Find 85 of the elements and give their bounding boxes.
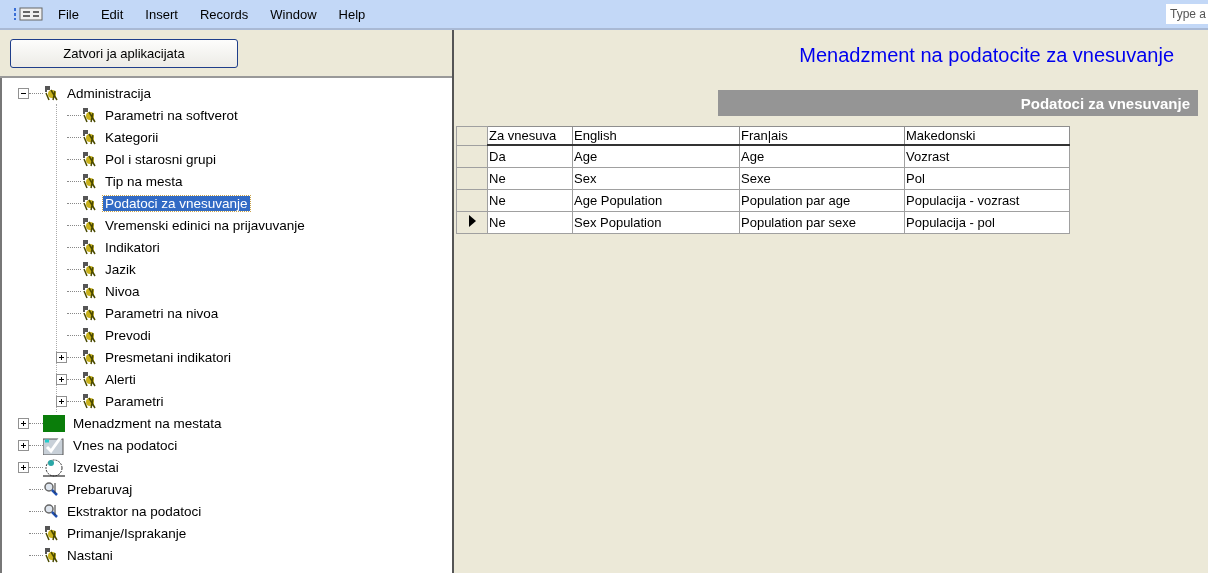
table-cell: Sexe — [739, 167, 905, 190]
tree-item[interactable]: Tip na mesta — [103, 173, 185, 189]
table-cell: Sex Population — [572, 211, 740, 234]
table-cell: Population par sexe — [739, 211, 905, 234]
collapse-toggle-icon[interactable] — [18, 87, 29, 99]
tool-figure-icon — [81, 195, 97, 211]
tree-item[interactable]: Prebaruvaj — [65, 481, 135, 497]
column-header[interactable]: Makedonski — [904, 126, 1070, 145]
tool-figure-icon — [81, 393, 97, 409]
tree-item[interactable]: Presmetani indikatori — [103, 349, 234, 365]
checklist-icon — [43, 435, 65, 455]
tool-figure-icon — [81, 151, 97, 167]
table-cell: Ne — [487, 167, 573, 190]
tree-item[interactable]: Kategorii — [103, 129, 161, 145]
tool-figure-icon — [81, 217, 97, 233]
tool-figure-icon — [43, 525, 59, 541]
close-app-button[interactable]: Zatvori ja aplikacijata — [10, 38, 238, 68]
column-header[interactable]: Fran|ais — [739, 126, 905, 145]
help-search-field[interactable]: Type a — [1166, 4, 1208, 24]
table-cell: Populacija - pol — [904, 211, 1070, 234]
expand-toggle-icon[interactable] — [18, 439, 29, 451]
tool-figure-icon — [81, 239, 97, 255]
tool-figure-icon — [81, 261, 97, 277]
page-title: Menadzment na podatocite za vnesuvanje — [798, 43, 1175, 68]
tool-figure-icon — [43, 547, 59, 563]
table-cell: Population par age — [739, 189, 905, 212]
tool-figure-icon — [81, 349, 97, 365]
tool-figure-icon — [81, 305, 97, 321]
menu-item[interactable]: Records — [199, 6, 249, 22]
tool-figure-icon — [81, 327, 97, 343]
table-cell: Age Population — [572, 189, 740, 212]
record-selector[interactable] — [456, 211, 488, 234]
expand-toggle-icon[interactable] — [56, 351, 67, 363]
tree-item[interactable]: Vnes na podatoci — [71, 437, 180, 453]
tree-item[interactable]: Prevodi — [103, 327, 153, 343]
tree-item[interactable]: Parametri — [103, 393, 166, 409]
magnifier-icon — [43, 503, 59, 519]
tree-item[interactable]: Nastani — [65, 547, 115, 563]
current-record-icon — [468, 215, 476, 227]
tree-item[interactable]: Nivoa — [103, 283, 142, 299]
tool-figure-icon — [81, 173, 97, 189]
tree-item[interactable]: Administracija — [65, 85, 154, 101]
folder-icon — [43, 414, 65, 432]
table-cell: Populacija - vozrast — [904, 189, 1070, 212]
menu-item[interactable]: Window — [270, 6, 317, 22]
expand-toggle-icon[interactable] — [18, 461, 29, 473]
table-cell: Sex — [572, 167, 740, 190]
tool-figure-icon — [43, 85, 59, 101]
tree-item[interactable]: Pol i starosni grupi — [103, 151, 219, 167]
expand-toggle-icon[interactable] — [56, 395, 67, 407]
menu-item[interactable]: Insert — [145, 6, 178, 22]
tool-figure-icon — [81, 283, 97, 299]
table-cell: Ne — [487, 211, 573, 234]
column-header[interactable]: English — [572, 126, 740, 145]
report-icon — [43, 457, 65, 477]
tree-item[interactable]: Podatoci za vnesuvanje — [103, 195, 250, 211]
menu-item[interactable]: Help — [338, 6, 366, 22]
tree-item[interactable]: Parametri na softverot — [103, 107, 240, 123]
tool-figure-icon — [81, 371, 97, 387]
table-cell: Vozrast — [904, 145, 1070, 168]
section-header: Podatoci za vnesuvanje — [718, 90, 1198, 116]
tree-item[interactable]: Parametri na nivoa — [103, 305, 221, 321]
table-cell: Age — [739, 145, 905, 168]
tree-item[interactable]: Ekstraktor na podatoci — [65, 503, 204, 519]
table-cell: Ne — [487, 189, 573, 212]
menu-item[interactable]: File — [58, 6, 79, 22]
tree-item[interactable]: Menadzment na mestata — [71, 415, 224, 431]
expand-toggle-icon[interactable] — [18, 417, 29, 429]
tree-item[interactable]: Izvestai — [71, 459, 121, 475]
tool-figure-icon — [81, 129, 97, 145]
tool-figure-icon — [81, 107, 97, 123]
tree-item[interactable]: Alerti — [103, 371, 138, 387]
table-cell: Pol — [904, 167, 1070, 190]
tree-item[interactable]: Indikatori — [103, 239, 162, 255]
tree-item[interactable]: Primanje/Isprakanje — [65, 525, 189, 541]
tree-item[interactable]: Jazik — [103, 261, 138, 277]
table-cell: Da — [487, 145, 573, 168]
tree-item[interactable]: Vremenski edinici na prijavuvanje — [103, 217, 307, 233]
expand-toggle-icon[interactable] — [56, 373, 67, 385]
table-cell: Age — [572, 145, 740, 168]
column-header[interactable]: Za vnesuva — [487, 126, 573, 145]
menu-item[interactable]: Edit — [100, 6, 124, 22]
form-icon — [14, 6, 44, 22]
header-corner — [456, 126, 488, 145]
magnifier-icon — [43, 481, 59, 497]
